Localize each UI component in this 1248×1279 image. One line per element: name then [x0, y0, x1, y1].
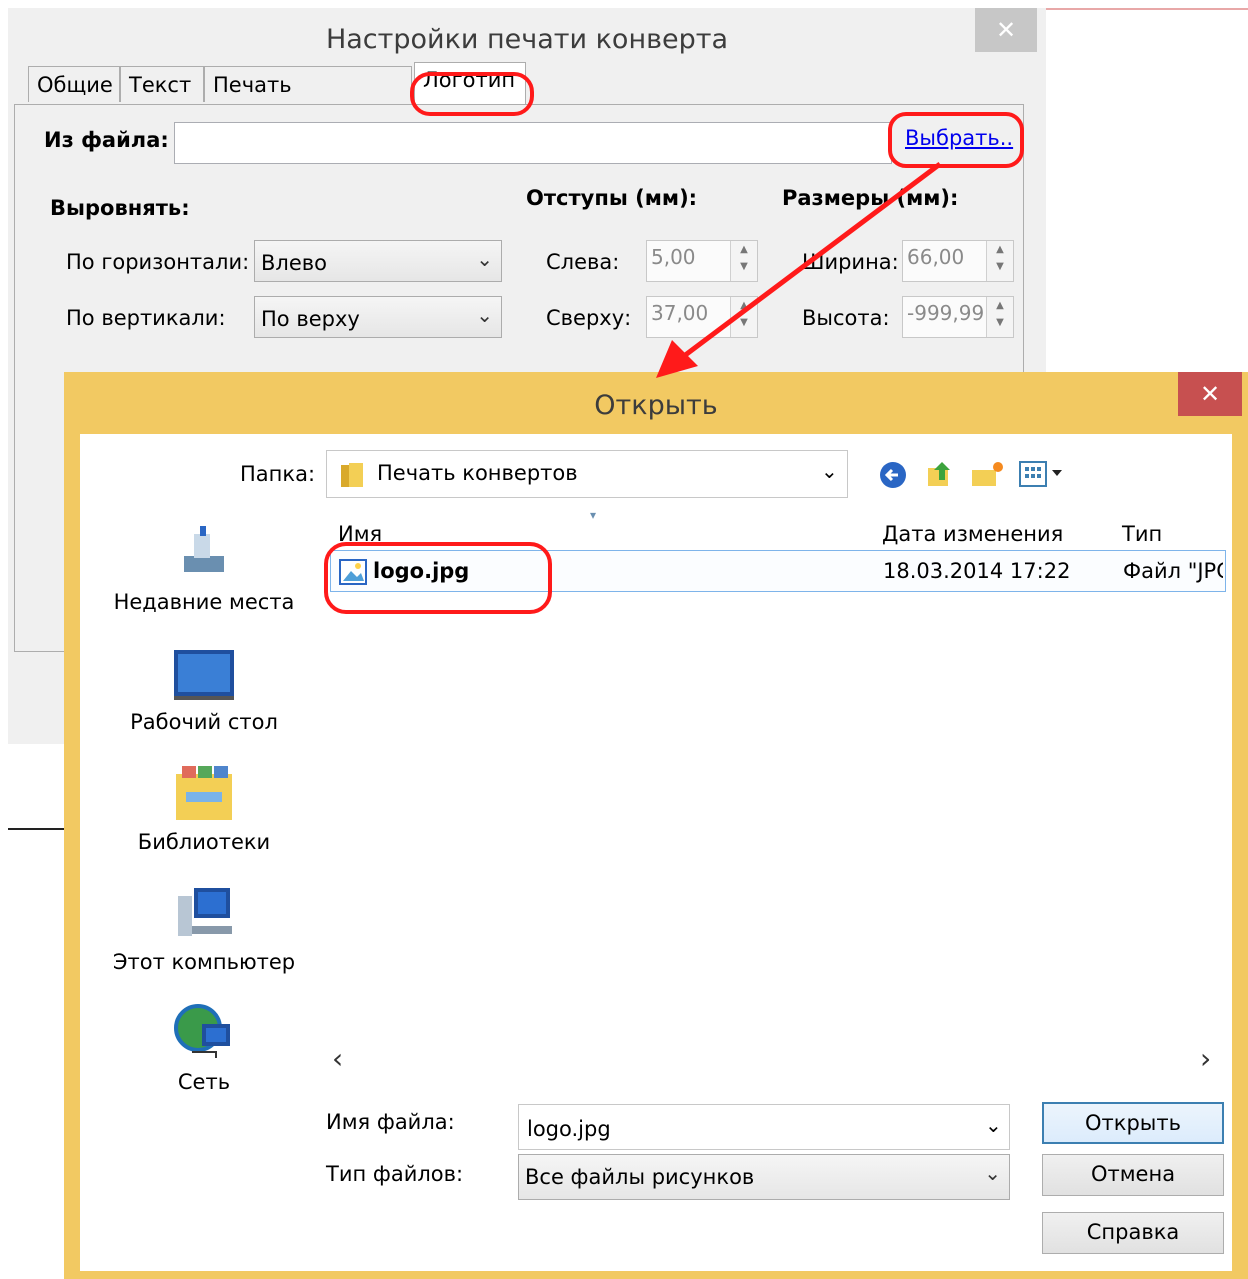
- libraries-icon: [176, 766, 232, 820]
- tab-text[interactable]: Текст: [120, 66, 204, 102]
- folder-icon: [341, 463, 363, 487]
- sort-indicator-icon: ▾: [590, 508, 597, 522]
- vertical-align-label: По вертикали:: [66, 306, 226, 330]
- chevron-down-icon: ⌄: [984, 1161, 1001, 1185]
- place-libraries-label: Библиотеки: [137, 830, 271, 854]
- file-type: Файл "JPG: [1123, 559, 1223, 583]
- width-value: 66,00: [907, 245, 965, 269]
- back-icon[interactable]: [878, 460, 908, 490]
- margin-left-value: 5,00: [651, 245, 696, 269]
- open-dialog-body: Папка: Печать конвертов ⌄ Недавние места…: [80, 434, 1232, 1271]
- vertical-align-value: По верху: [261, 307, 360, 331]
- from-file-input[interactable]: [174, 122, 892, 164]
- place-desktop[interactable]: Рабочий стол: [104, 648, 304, 734]
- filename-label: Имя файла:: [326, 1110, 455, 1134]
- chevron-down-icon: ⌄: [476, 247, 493, 271]
- cancel-button[interactable]: Отмена: [1042, 1154, 1224, 1196]
- help-button[interactable]: Справка: [1042, 1212, 1224, 1254]
- settings-close-button[interactable]: ✕: [975, 8, 1037, 52]
- scroll-right-icon[interactable]: ›: [1200, 1042, 1211, 1075]
- annotation-highlight-logo-tab: [410, 72, 534, 116]
- filetype-label: Тип файлов:: [326, 1162, 464, 1186]
- settings-dialog-title: Настройки печати конверта: [325, 24, 729, 55]
- spinner-arrows-icon[interactable]: ▲ ▼: [730, 297, 757, 337]
- network-icon: [174, 1004, 230, 1058]
- horizontal-align-label: По горизонтали:: [66, 250, 250, 274]
- filename-value: logo.jpg: [527, 1117, 611, 1141]
- scroll-left-icon[interactable]: ‹: [332, 1042, 343, 1075]
- filetype-select[interactable]: Все файлы рисунков ⌄: [518, 1154, 1010, 1200]
- annotation-highlight-file: [324, 542, 552, 614]
- margin-left-label: Слева:: [546, 250, 620, 274]
- margins-heading: Отступы (мм):: [526, 186, 698, 210]
- folder-select[interactable]: Печать конвертов ⌄: [326, 450, 848, 498]
- align-heading: Выровнять:: [50, 196, 190, 220]
- horizontal-align-value: Влево: [261, 251, 327, 275]
- width-spinner[interactable]: 66,00 ▲ ▼: [902, 240, 1014, 282]
- background-line: [8, 828, 66, 830]
- place-network[interactable]: Сеть: [104, 1000, 304, 1094]
- folder-value: Печать конвертов: [377, 461, 578, 485]
- view-menu-icon[interactable]: [1018, 460, 1068, 488]
- width-label: Ширина:: [802, 250, 899, 274]
- chevron-down-icon: ⌄: [985, 1113, 1002, 1137]
- filetype-value: Все файлы рисунков: [525, 1165, 755, 1189]
- horizontal-align-select[interactable]: Влево ⌄: [254, 240, 502, 282]
- margin-left-spinner[interactable]: 5,00 ▲ ▼: [646, 240, 758, 282]
- filename-input[interactable]: logo.jpg ⌄: [518, 1104, 1010, 1150]
- folder-label: Папка:: [240, 462, 316, 486]
- margin-top-value: 37,00: [651, 301, 709, 325]
- vertical-align-select[interactable]: По верху ⌄: [254, 296, 502, 338]
- place-recent[interactable]: Недавние места: [104, 520, 304, 614]
- spinner-arrows-icon[interactable]: ▲ ▼: [986, 297, 1013, 337]
- tab-tile-print[interactable]: Печать черепицей: [204, 66, 412, 133]
- file-date: 18.03.2014 17:22: [883, 559, 1071, 583]
- spinner-arrows-icon[interactable]: ▲ ▼: [730, 241, 757, 281]
- column-header-date[interactable]: Дата изменения: [882, 522, 1063, 546]
- chevron-down-icon: ⌄: [821, 459, 838, 483]
- up-folder-icon[interactable]: [924, 458, 956, 490]
- chevron-down-icon: ⌄: [476, 303, 493, 327]
- annotation-highlight-choose-link: [888, 112, 1024, 168]
- height-value: -999,99: [907, 301, 985, 325]
- open-file-dialog: Открыть ✕ Папка: Печать конвертов ⌄ Неда…: [64, 372, 1248, 1279]
- recent-places-icon: [184, 526, 224, 572]
- height-spinner[interactable]: -999,99 ▲ ▼: [902, 296, 1014, 338]
- sizes-heading: Размеры (мм):: [782, 186, 959, 210]
- place-computer-label: Этот компьютер: [112, 950, 296, 974]
- computer-icon: [178, 888, 232, 936]
- place-libraries[interactable]: Библиотеки: [104, 764, 304, 854]
- tab-general[interactable]: Общие: [28, 66, 120, 102]
- spinner-arrows-icon[interactable]: ▲ ▼: [986, 241, 1013, 281]
- place-recent-label: Недавние места: [113, 590, 295, 614]
- margin-top-label: Сверху:: [546, 306, 632, 330]
- height-label: Высота:: [802, 306, 890, 330]
- new-folder-icon[interactable]: [970, 460, 1004, 490]
- place-network-label: Сеть: [177, 1070, 231, 1094]
- column-header-type[interactable]: Тип: [1122, 522, 1162, 546]
- open-close-button[interactable]: ✕: [1178, 372, 1242, 416]
- from-file-label: Из файла:: [44, 128, 169, 152]
- open-button[interactable]: Открыть: [1042, 1102, 1224, 1144]
- place-desktop-label: Рабочий стол: [130, 710, 278, 734]
- place-computer[interactable]: Этот компьютер: [104, 884, 304, 974]
- margin-top-spinner[interactable]: 37,00 ▲ ▼: [646, 296, 758, 338]
- open-dialog-title: Открыть: [594, 390, 718, 421]
- desktop-icon: [174, 650, 234, 700]
